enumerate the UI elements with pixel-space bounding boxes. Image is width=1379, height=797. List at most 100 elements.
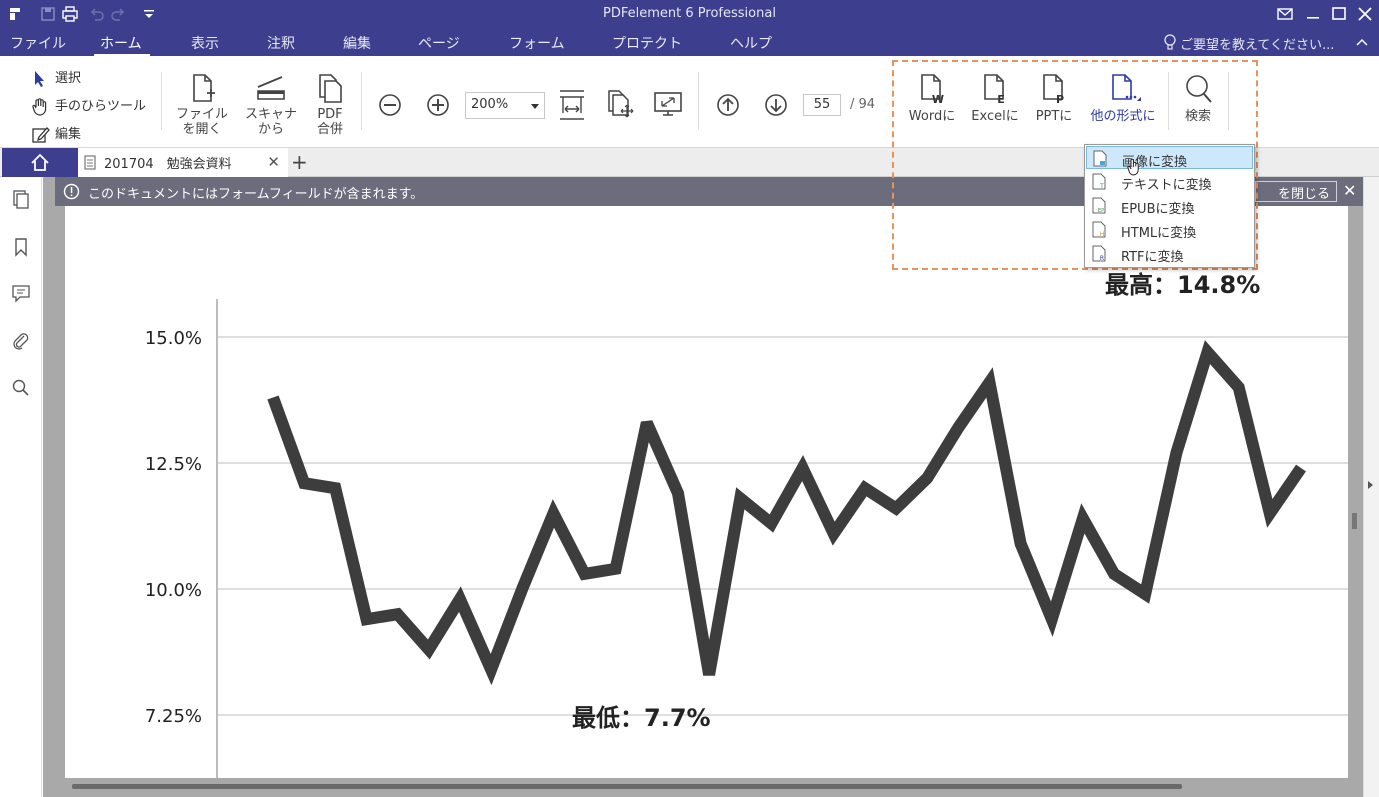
home-tab[interactable] — [2, 148, 78, 177]
scanner-icon — [257, 76, 285, 100]
thumbnails-icon[interactable] — [11, 189, 31, 209]
comment-icon[interactable] — [11, 283, 31, 303]
pdf-merge-button[interactable]: PDF 合併 — [308, 73, 352, 137]
edit-pencil-icon — [32, 126, 50, 143]
html-file-icon: H — [1092, 221, 1106, 238]
open-file-button[interactable]: ファイル を開く — [172, 73, 232, 137]
convert-to-epub-label: EPUBに変換 — [1121, 202, 1195, 217]
fit-width-icon[interactable] — [557, 89, 587, 121]
text-file-icon: T — [1092, 173, 1106, 190]
menu-home[interactable]: ホーム — [100, 33, 142, 53]
convert-to-html-label: HTMLに変換 — [1121, 226, 1197, 241]
close-notification-icon[interactable]: ✕ — [1343, 181, 1356, 200]
horizontal-scroll-thumb[interactable] — [72, 784, 1182, 789]
convert-format-dropdown: 画像に変換 T テキストに変換 EP EPUBに変換 H HTMLに変換 R R… — [1084, 144, 1255, 268]
scanner-label-2: から — [257, 122, 284, 137]
hand-tool[interactable]: 手のひらツール — [30, 95, 146, 116]
minimize-icon[interactable] — [1302, 4, 1324, 24]
open-file-label-2: を開く — [182, 122, 222, 137]
y-tick-label: 15.0% — [145, 328, 202, 349]
expand-right-panel-icon[interactable] — [1368, 481, 1373, 489]
pdf-merge-icon — [319, 74, 342, 103]
edit-tool[interactable]: 編集 — [30, 123, 81, 144]
window-title: PDFelement 6 Professional — [603, 6, 776, 21]
close-form-bar-button[interactable]: を閉じる — [1255, 181, 1337, 202]
convert-to-image-item[interactable]: 画像に変換 — [1086, 146, 1253, 176]
pdf-merge-label-2: 合併 — [316, 122, 343, 137]
chevron-down-icon — [531, 104, 539, 109]
title-bar: PDFelement 6 Professional — [0, 0, 1379, 29]
edit-label: 編集 — [55, 127, 82, 142]
close-window-icon[interactable] — [1354, 4, 1376, 24]
scanner-label-1: スキャナ — [244, 107, 297, 122]
scanner-button[interactable]: スキャナ から — [240, 73, 302, 137]
lightbulb-icon — [1164, 34, 1176, 50]
convert-to-html-item[interactable]: H HTMLに変換 — [1086, 218, 1253, 241]
min-annotation: 最低：7.7% — [572, 704, 711, 732]
cursor-arrow-icon — [35, 70, 44, 87]
menu-view[interactable]: 表示 — [191, 33, 219, 53]
home-icon — [31, 153, 49, 171]
menu-file[interactable]: ファイル — [10, 33, 66, 53]
page-total: / 94 — [850, 97, 876, 112]
document-tab-title: 201704 勉強会資料 — [104, 157, 232, 172]
hand-label: 手のひらツール — [55, 99, 147, 114]
menu-help[interactable]: ヘルプ — [730, 33, 772, 53]
fit-page-icon[interactable] — [605, 89, 635, 121]
vertical-scroll-thumb[interactable] — [1352, 513, 1357, 529]
fullscreen-icon[interactable] — [653, 89, 683, 121]
ribbon-separator — [361, 72, 362, 130]
svg-text:T: T — [1099, 183, 1104, 190]
notification-text: このドキュメントにはフォームフィールドが含まれます。 — [88, 187, 424, 202]
convert-to-rtf-item[interactable]: R RTFに変換 — [1086, 242, 1253, 265]
epub-file-icon: EP — [1092, 197, 1106, 214]
menu-bar: ファイル ホーム 表示 注釈 編集 ページ フォーム プロテクト ヘルプ ご要望… — [0, 29, 1379, 56]
close-tab-icon[interactable]: ✕ — [267, 153, 280, 171]
page-number-input[interactable]: 55 — [803, 94, 841, 116]
zoom-out-icon[interactable] — [378, 93, 402, 117]
image-file-icon — [1093, 150, 1107, 167]
hand-icon — [32, 97, 47, 116]
attachment-icon[interactable] — [11, 331, 31, 351]
menu-form[interactable]: フォーム — [509, 33, 565, 53]
select-label: 選択 — [55, 71, 82, 86]
zoom-in-icon[interactable] — [426, 93, 450, 117]
convert-to-rtf-label: RTFに変換 — [1121, 250, 1184, 265]
zoom-value: 200% — [471, 97, 509, 112]
y-tick-label: 10.0% — [145, 580, 202, 601]
line-chart: 15.0% 12.5% 10.0% 7.25% 最高：14.8% 最低：7.7% — [145, 271, 1348, 778]
chart-gridlines — [217, 336, 1348, 716]
convert-to-text-label: テキストに変換 — [1121, 178, 1212, 193]
new-tab-icon[interactable]: + — [291, 150, 308, 174]
feedback-hint[interactable]: ご要望を教えてください... — [1180, 34, 1334, 53]
menu-edit[interactable]: 編集 — [343, 33, 371, 53]
svg-text:R: R — [1100, 255, 1104, 262]
search-panel-icon[interactable] — [11, 378, 31, 398]
mail-icon[interactable] — [1274, 4, 1296, 24]
next-page-icon[interactable] — [764, 93, 788, 117]
open-file-icon — [193, 74, 215, 102]
svg-text:EP: EP — [1098, 208, 1104, 214]
ribbon-separator — [161, 72, 162, 130]
y-tick-label: 7.25% — [145, 706, 202, 727]
max-annotation: 最高：14.8% — [1105, 271, 1260, 299]
collapse-ribbon-icon[interactable] — [1355, 37, 1369, 47]
select-tool[interactable]: 選択 — [30, 67, 81, 88]
menu-protect[interactable]: プロテクト — [612, 33, 682, 53]
rtf-file-icon: R — [1092, 245, 1106, 262]
menu-page[interactable]: ページ — [418, 33, 460, 53]
convert-to-epub-item[interactable]: EP EPUBに変換 — [1086, 194, 1253, 217]
convert-to-text-item[interactable]: T テキストに変換 — [1086, 170, 1253, 193]
maximize-icon[interactable] — [1328, 4, 1350, 24]
open-file-label-1: ファイル — [175, 107, 228, 122]
menu-annotate[interactable]: 注釈 — [267, 33, 295, 53]
zoom-select[interactable]: 200% — [465, 92, 545, 119]
y-tick-label: 12.5% — [145, 454, 202, 475]
series-line — [267, 340, 1306, 686]
document-icon — [84, 155, 96, 170]
document-tab[interactable]: 201704 勉強会資料 ✕ — [78, 148, 288, 177]
ribbon-separator — [698, 72, 699, 130]
bookmark-icon[interactable] — [11, 237, 31, 257]
pdf-merge-label-1: PDF — [317, 107, 343, 122]
previous-page-icon[interactable] — [716, 93, 740, 117]
